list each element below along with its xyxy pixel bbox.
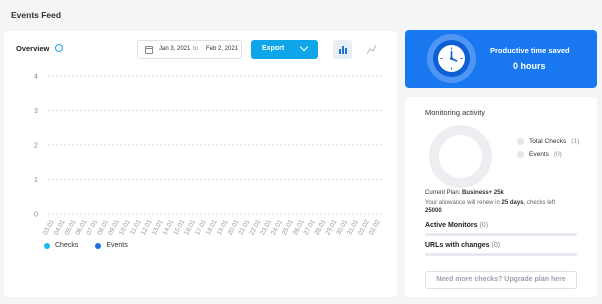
y-tick-label: 0 xyxy=(34,212,38,219)
productive-time-card: Productive time saved 0 hours xyxy=(405,30,597,88)
legend-item-events[interactable]: Events xyxy=(95,242,128,249)
legend-count: (0) xyxy=(553,151,562,158)
legend-dot-events xyxy=(95,242,102,249)
legend-label: Total Checks xyxy=(529,138,567,145)
x-tick-label: 02.02 xyxy=(368,218,382,236)
active-monitors[interactable]: Active Monitors (0) xyxy=(425,222,488,229)
legend-dot xyxy=(517,151,524,158)
overview-card: Overview Jan 3, 2021 to Feb 2, 2021 Expo… xyxy=(4,31,397,297)
monitoring-activity-card: Monitoring activity Total Checks (1) Eve… xyxy=(405,97,597,297)
plan-prefix: Current Plan: xyxy=(425,190,461,196)
y-tick-label: 1 xyxy=(34,177,38,184)
y-tick-label: 2 xyxy=(34,143,38,150)
urls-with-changes[interactable]: URLs with changes (0) xyxy=(425,242,500,249)
urls-changes-count: (0) xyxy=(491,242,501,249)
legend-dot-checks xyxy=(44,242,50,249)
renew-info: Your allowance will renew in 25 days, ch… xyxy=(425,199,585,215)
urls-changes-bar xyxy=(425,253,577,256)
legend-item-checks[interactable]: Checks xyxy=(44,242,78,249)
current-plan: Current Plan: Business+ 25k xyxy=(425,189,504,197)
checks-left-text: , checks left xyxy=(523,200,556,206)
legend-events: Events (0) xyxy=(517,151,562,158)
legend-label-events: Events xyxy=(106,242,128,249)
active-monitors-bar xyxy=(425,233,577,236)
renew-text: Your allowance will renew in xyxy=(425,200,500,206)
legend-count: (1) xyxy=(571,138,580,145)
page-title: Events Feed xyxy=(11,10,62,20)
y-tick-label: 4 xyxy=(34,74,38,81)
legend-total-checks: Total Checks (1) xyxy=(517,138,579,145)
legend-label-checks: Checks xyxy=(55,242,79,249)
checks-left: 25000 xyxy=(425,208,442,214)
active-monitors-count: (0) xyxy=(479,222,489,229)
legend-dot xyxy=(517,138,524,145)
activity-donut-chart xyxy=(429,125,492,188)
monitoring-title: Monitoring activity xyxy=(425,108,486,117)
active-monitors-label: Active Monitors xyxy=(425,222,478,229)
y-tick-label: 3 xyxy=(34,108,38,115)
upgrade-plan-button[interactable]: Need more checks? Upgrade plan here xyxy=(425,271,577,289)
chart-legend: Checks Events xyxy=(44,242,141,249)
renew-days: 25 days xyxy=(501,200,524,206)
overview-chart: 0123403.0104.0105.0106.0107.0108.0109.01… xyxy=(34,74,382,236)
urls-changes-label: URLs with changes xyxy=(425,242,490,249)
productive-value: 0 hours xyxy=(513,61,546,71)
productive-title: Productive time saved xyxy=(490,46,570,55)
legend-label: Events xyxy=(529,151,549,158)
clock-icon xyxy=(427,34,476,83)
plan-name: Business+ 25k xyxy=(462,190,504,196)
